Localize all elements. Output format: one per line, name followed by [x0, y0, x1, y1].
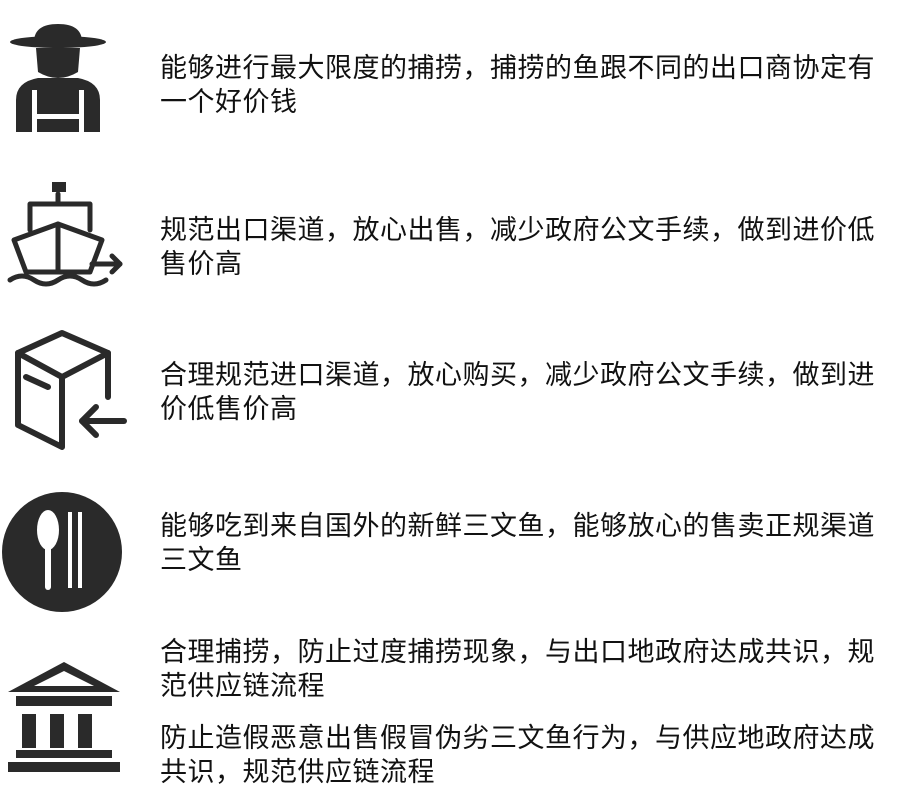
exporter-description: 规范出口渠道，放心出售，减少政府公文手续，做到进价低售价高 [160, 214, 900, 282]
consumer-row: 能够吃到来自国外的新鲜三文鱼，能够放心的售卖正规渠道三文鱼 [0, 490, 922, 620]
consumer-text: 能够吃到来自国外的新鲜三文鱼，能够放心的售卖正规渠道三文鱼 [160, 511, 875, 576]
government-building-icon [0, 658, 130, 774]
government-text-2: 防止造假恶意出售假冒伪劣三文鱼行为，与供应地政府达成共识，规范供应链流程 [160, 723, 875, 788]
farmer-icon [0, 20, 120, 135]
importer-text: 合理规范进口渠道，放心购买，减少政府公文手续，做到进价低售价高 [160, 360, 875, 425]
farmer-description: 能够进行最大限度的捕捞，捕捞的鱼跟不同的出口商协定有一个好价钱 [160, 52, 900, 120]
importer-description: 合理规范进口渠道，放心购买，减少政府公文手续，做到进价低售价高 [160, 359, 900, 427]
dining-utensils-icon [0, 490, 124, 614]
government-row: 合理捕捞，防止过度捕捞现象，与出口地政府达成共识，规范供应链流程 防止造假恶意出… [0, 636, 922, 810]
ship-export-icon [0, 180, 125, 290]
box-import-icon [0, 325, 130, 455]
farmer-row: 能够进行最大限度的捕捞，捕捞的鱼跟不同的出口商协定有一个好价钱 [0, 0, 922, 150]
exporter-row: 规范出口渠道，放心出售，减少政府公文手续，做到进价低售价高 [0, 170, 922, 300]
exporter-text: 规范出口渠道，放心出售，减少政府公文手续，做到进价低售价高 [160, 215, 875, 280]
consumer-description: 能够吃到来自国外的新鲜三文鱼，能够放心的售卖正规渠道三文鱼 [160, 510, 900, 578]
government-description: 合理捕捞，防止过度捕捞现象，与出口地政府达成共识，规范供应链流程 防止造假恶意出… [160, 636, 900, 790]
importer-row: 合理规范进口渠道，放心购买，减少政府公文手续，做到进价低售价高 [0, 325, 922, 455]
farmer-text: 能够进行最大限度的捕捞，捕捞的鱼跟不同的出口商协定有一个好价钱 [160, 53, 875, 118]
government-text-1: 合理捕捞，防止过度捕捞现象，与出口地政府达成共识，规范供应链流程 [160, 637, 875, 702]
